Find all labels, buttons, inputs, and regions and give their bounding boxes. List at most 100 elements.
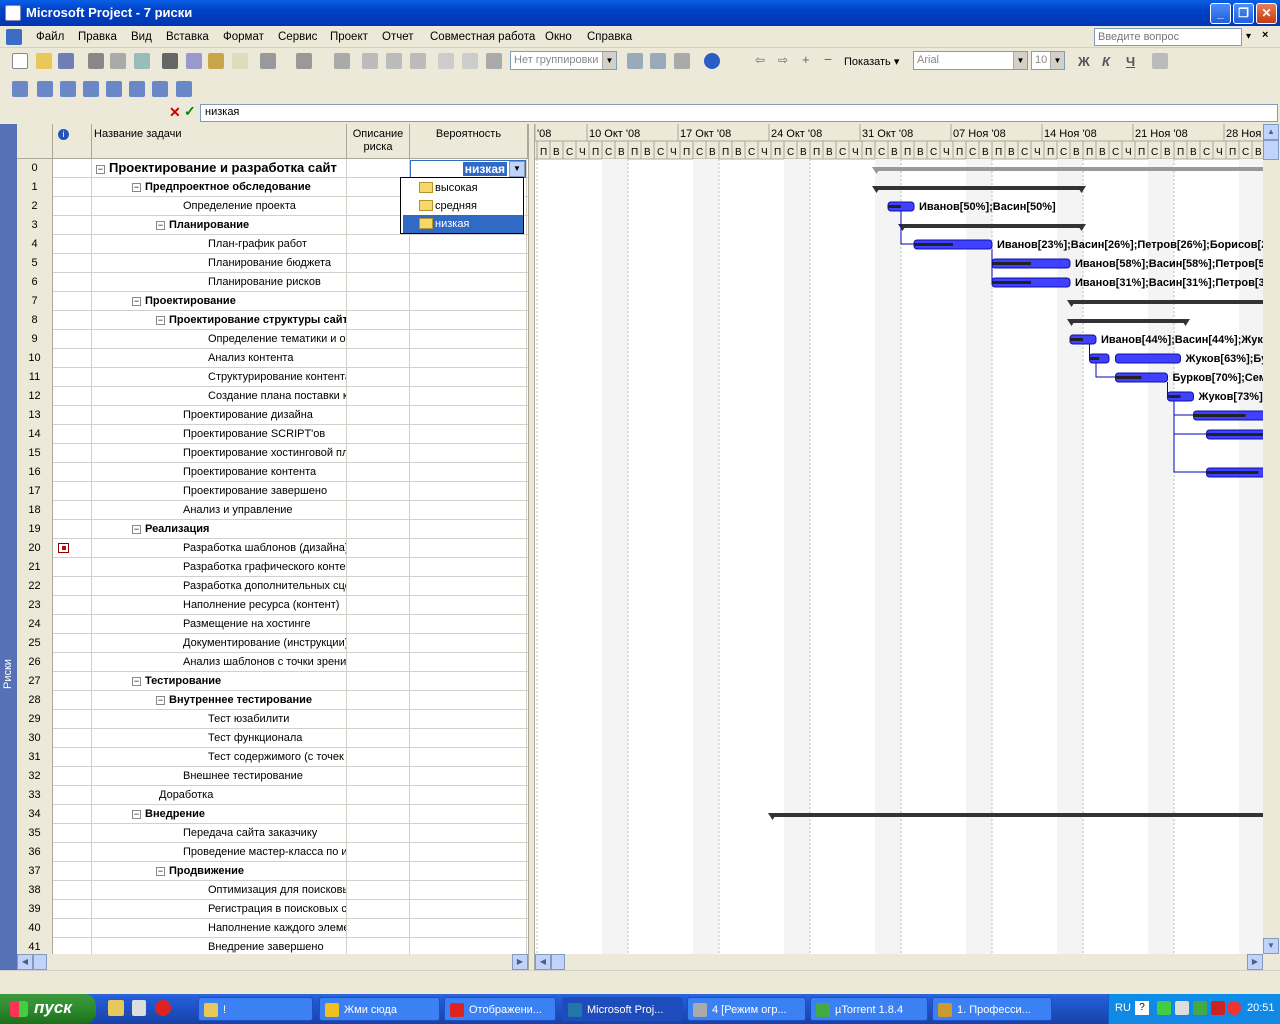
row-id[interactable]: 17 bbox=[17, 482, 53, 501]
task-name-cell[interactable]: − Внутреннее тестирование bbox=[92, 691, 347, 710]
task-name-cell[interactable]: Оптимизация для поисковых си bbox=[92, 881, 347, 900]
task-row[interactable]: 41 Внедрение завершено bbox=[17, 938, 528, 954]
scroll-right-icon[interactable]: ▶ bbox=[512, 954, 528, 970]
probability-cell[interactable] bbox=[410, 482, 527, 501]
row-id[interactable]: 41 bbox=[17, 938, 53, 954]
probability-cell[interactable] bbox=[410, 672, 527, 691]
probability-cell[interactable] bbox=[410, 520, 527, 539]
task-row[interactable]: 12 Создание плана поставки конте bbox=[17, 387, 528, 406]
task-name-cell[interactable]: Тест функционала bbox=[92, 729, 347, 748]
underline-button[interactable]: Ч bbox=[1126, 54, 1135, 69]
probability-cell[interactable] bbox=[410, 292, 527, 311]
outline-right-icon[interactable] bbox=[60, 81, 76, 97]
menu-item[interactable]: Файл bbox=[36, 31, 64, 43]
collapse-icon[interactable]: − bbox=[132, 296, 141, 306]
risk-desc-cell[interactable] bbox=[347, 368, 410, 387]
taskbar-button[interactable]: Отображени... bbox=[444, 997, 556, 1021]
risk-desc-cell[interactable] bbox=[347, 919, 410, 938]
risk-desc-cell[interactable] bbox=[347, 824, 410, 843]
task-name-cell[interactable]: Тест содержимого (с точек зре bbox=[92, 748, 347, 767]
row-id[interactable]: 39 bbox=[17, 900, 53, 919]
task-name-cell[interactable]: Размещение на хостинге bbox=[92, 615, 347, 634]
probability-cell[interactable] bbox=[410, 558, 527, 577]
scroll-thumb[interactable] bbox=[551, 954, 565, 970]
row-id[interactable]: 24 bbox=[17, 615, 53, 634]
task-name-cell[interactable]: План-график работ bbox=[92, 235, 347, 254]
probability-cell[interactable] bbox=[410, 368, 527, 387]
task-name-cell[interactable]: Передача сайта заказчику bbox=[92, 824, 347, 843]
task-name-cell[interactable]: Определение тематики и орган bbox=[92, 330, 347, 349]
risk-desc-cell[interactable] bbox=[347, 273, 410, 292]
risk-desc-cell[interactable] bbox=[347, 387, 410, 406]
row-id[interactable]: 33 bbox=[17, 786, 53, 805]
help-icon[interactable] bbox=[704, 53, 720, 69]
probability-cell[interactable] bbox=[410, 938, 527, 954]
risk-desc-cell[interactable] bbox=[347, 710, 410, 729]
task-name-cell[interactable]: Создание плана поставки конте bbox=[92, 387, 347, 406]
clock[interactable]: 20:51 bbox=[1247, 1002, 1275, 1014]
risk-desc-cell[interactable] bbox=[347, 615, 410, 634]
task-name-cell[interactable]: − Реализация bbox=[92, 520, 347, 539]
task-name-cell[interactable]: Внедрение завершено bbox=[92, 938, 347, 954]
risk-desc-cell[interactable] bbox=[347, 520, 410, 539]
task-row[interactable]: 25 Документирование (инструкции) bbox=[17, 634, 528, 653]
document-icon[interactable] bbox=[6, 29, 22, 45]
menu-item[interactable]: Отчет bbox=[382, 31, 414, 43]
task-name-cell[interactable]: Проектирование завершено bbox=[92, 482, 347, 501]
task-row[interactable]: 23 Наполнение ресурса (контент) bbox=[17, 596, 528, 615]
row-id[interactable]: 3 bbox=[17, 216, 53, 235]
id-header[interactable] bbox=[17, 124, 53, 159]
collapse-icon[interactable]: − bbox=[96, 164, 105, 174]
row-id[interactable]: 29 bbox=[17, 710, 53, 729]
indent-left-icon[interactable] bbox=[12, 81, 28, 97]
risk-desc-cell[interactable] bbox=[347, 596, 410, 615]
probability-cell[interactable] bbox=[410, 786, 527, 805]
taskbar-button[interactable]: µTorrent 1.8.4 bbox=[810, 997, 928, 1021]
arrow-right-icon[interactable]: ⇨ bbox=[778, 53, 788, 67]
row-id[interactable]: 20 bbox=[17, 539, 53, 558]
probability-cell[interactable] bbox=[410, 311, 527, 330]
probability-cell[interactable] bbox=[410, 634, 527, 653]
row-id[interactable]: 38 bbox=[17, 881, 53, 900]
task-name-cell[interactable]: − Предпроектное обследование bbox=[92, 178, 347, 197]
task-row[interactable]: 30 Тест функционала bbox=[17, 729, 528, 748]
task-row[interactable]: 16 Проектирование контента bbox=[17, 463, 528, 482]
task-name-cell[interactable]: − Продвижение bbox=[92, 862, 347, 881]
risk-desc-cell[interactable] bbox=[347, 406, 410, 425]
prob-header[interactable]: Вероятность bbox=[410, 124, 528, 159]
quicklaunch-icon[interactable] bbox=[108, 1000, 124, 1016]
font-select[interactable]: Arial ▼ bbox=[913, 51, 1028, 70]
task-row[interactable]: 31 Тест содержимого (с точек зре bbox=[17, 748, 528, 767]
task-row[interactable]: 36 Проведение мастер-класса по испо. bbox=[17, 843, 528, 862]
collapse-icon[interactable]: − bbox=[156, 315, 165, 325]
risk-desc-cell[interactable] bbox=[347, 786, 410, 805]
risk-desc-cell[interactable] bbox=[347, 843, 410, 862]
row-id[interactable]: 13 bbox=[17, 406, 53, 425]
risk-desc-cell[interactable] bbox=[347, 900, 410, 919]
probability-cell[interactable] bbox=[410, 843, 527, 862]
row-id[interactable]: 21 bbox=[17, 558, 53, 577]
probability-cell[interactable] bbox=[410, 235, 527, 254]
risk-desc-cell[interactable] bbox=[347, 881, 410, 900]
grid-icon[interactable] bbox=[176, 81, 192, 97]
row-id[interactable]: 18 bbox=[17, 501, 53, 520]
probability-cell[interactable] bbox=[410, 539, 527, 558]
probability-cell[interactable] bbox=[410, 881, 527, 900]
task-row[interactable]: 15 Проектирование хостинговой площа bbox=[17, 444, 528, 463]
task-name-cell[interactable]: − Тестирование bbox=[92, 672, 347, 691]
menu-item[interactable]: Совместная работа bbox=[430, 31, 535, 43]
bold-button[interactable]: Ж bbox=[1078, 54, 1090, 69]
task-row[interactable]: 35 Передача сайта заказчику bbox=[17, 824, 528, 843]
probability-cell[interactable] bbox=[410, 406, 527, 425]
task-name-cell[interactable]: Проектирование SCRIPT'ов bbox=[92, 425, 347, 444]
assign-resources-icon[interactable] bbox=[486, 53, 502, 69]
task-row[interactable]: 32 Внешнее тестирование bbox=[17, 767, 528, 786]
risk-desc-cell[interactable] bbox=[347, 349, 410, 368]
probability-cell[interactable] bbox=[410, 653, 527, 672]
task-name-cell[interactable]: − Проектирование и разработка сайт bbox=[92, 159, 347, 178]
taskbar-button[interactable]: 4 [Режим огр... bbox=[687, 997, 806, 1021]
probability-cell[interactable] bbox=[410, 919, 527, 938]
italic-button[interactable]: К bbox=[1102, 54, 1110, 69]
row-id[interactable]: 26 bbox=[17, 653, 53, 672]
task-name-cell[interactable]: Проектирование дизайна bbox=[92, 406, 347, 425]
